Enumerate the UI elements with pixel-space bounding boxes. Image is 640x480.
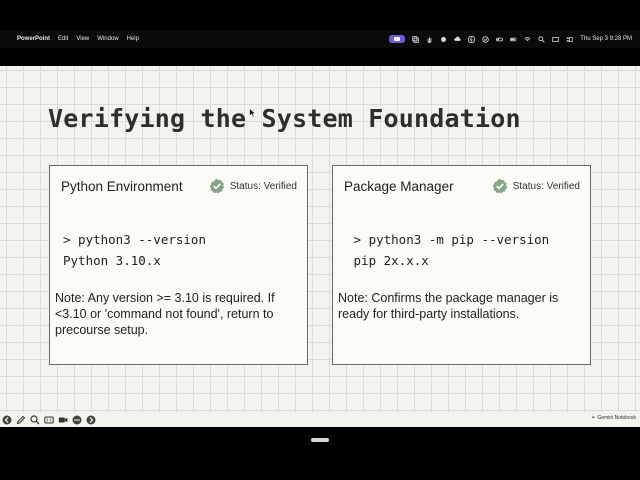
menu-edit[interactable]: Edit xyxy=(58,36,68,42)
forward-icon[interactable] xyxy=(86,415,96,425)
package-manager-card: Package Manager Status: Verified > pytho… xyxy=(332,165,591,365)
slide-top-gap xyxy=(0,48,640,66)
status-text: Status: Verified xyxy=(512,180,580,192)
app-extension-icon[interactable] xyxy=(440,36,447,43)
screen-record-icon[interactable] xyxy=(389,35,406,43)
search-icon[interactable] xyxy=(538,35,545,43)
check-circle-icon[interactable] xyxy=(482,35,490,43)
sparkle-icon: ✦ xyxy=(591,415,596,421)
app-menu[interactable]: PowerPoint xyxy=(17,36,50,42)
menu-bar: PowerPoint Edit View Window Help Thu Sep… xyxy=(0,30,640,48)
branding-label: ✦ Gemini Notebook xyxy=(591,415,636,421)
captions-icon[interactable] xyxy=(44,415,54,425)
layers-icon[interactable] xyxy=(412,35,420,43)
control-center-icon[interactable] xyxy=(566,36,573,43)
card-title: Package Manager xyxy=(344,179,454,194)
presenter-toolbar: ✦ Gemini Notebook xyxy=(0,412,640,427)
cloud-icon[interactable] xyxy=(454,36,461,43)
menubar-clock[interactable]: Thu Sep 3 9:28 PM xyxy=(580,36,632,42)
camera-icon[interactable] xyxy=(58,415,68,425)
code-output: pip 2x.x.x xyxy=(346,253,429,268)
python-environment-card: Python Environment Status: Verified > py… xyxy=(49,165,308,365)
toggle-icon[interactable] xyxy=(496,36,504,43)
menu-view[interactable]: View xyxy=(76,36,89,42)
card-title: Python Environment xyxy=(61,179,183,194)
status-text: Status: Verified xyxy=(229,180,297,192)
mouse-cursor-icon xyxy=(249,108,257,118)
zoom-icon[interactable] xyxy=(30,414,40,425)
home-indicator xyxy=(311,438,329,442)
slide-title: Verifying the System Foundation xyxy=(48,104,521,133)
hand-icon[interactable] xyxy=(426,36,433,43)
back-icon[interactable] xyxy=(2,415,12,425)
code-command: > python3 -m pip --version xyxy=(346,232,550,247)
code-command: > python3 --version xyxy=(63,232,206,247)
status-badge: Status: Verified xyxy=(492,178,580,194)
bottom-letterbox xyxy=(0,427,640,480)
wifi-icon[interactable] xyxy=(524,36,531,43)
top-letterbox xyxy=(0,0,640,30)
check-badge-icon xyxy=(492,178,508,194)
menu-help[interactable]: Help xyxy=(127,36,139,42)
slide-canvas: Verifying the System Foundation Python E… xyxy=(0,66,640,412)
pen-icon[interactable] xyxy=(16,415,26,425)
code-output: Python 3.10.x xyxy=(63,253,161,268)
more-icon[interactable] xyxy=(72,415,82,425)
branding-text: Gemini Notebook xyxy=(597,415,636,421)
battery-icon[interactable] xyxy=(510,36,517,43)
code-block: > python3 --version Python 3.10.x xyxy=(63,229,206,271)
code-block: > python3 -m pip --version pip 2x.x.x xyxy=(346,229,550,271)
check-badge-icon xyxy=(209,178,225,194)
menu-window[interactable]: Window xyxy=(97,36,118,42)
bolt-icon[interactable] xyxy=(468,35,476,43)
status-badge: Status: Verified xyxy=(209,178,297,194)
card-note: Note: Any version >= 3.10 is required. I… xyxy=(55,291,275,337)
card-note: Note: Confirms the package manager is re… xyxy=(338,291,559,321)
screen-mirror-icon[interactable] xyxy=(552,36,559,43)
